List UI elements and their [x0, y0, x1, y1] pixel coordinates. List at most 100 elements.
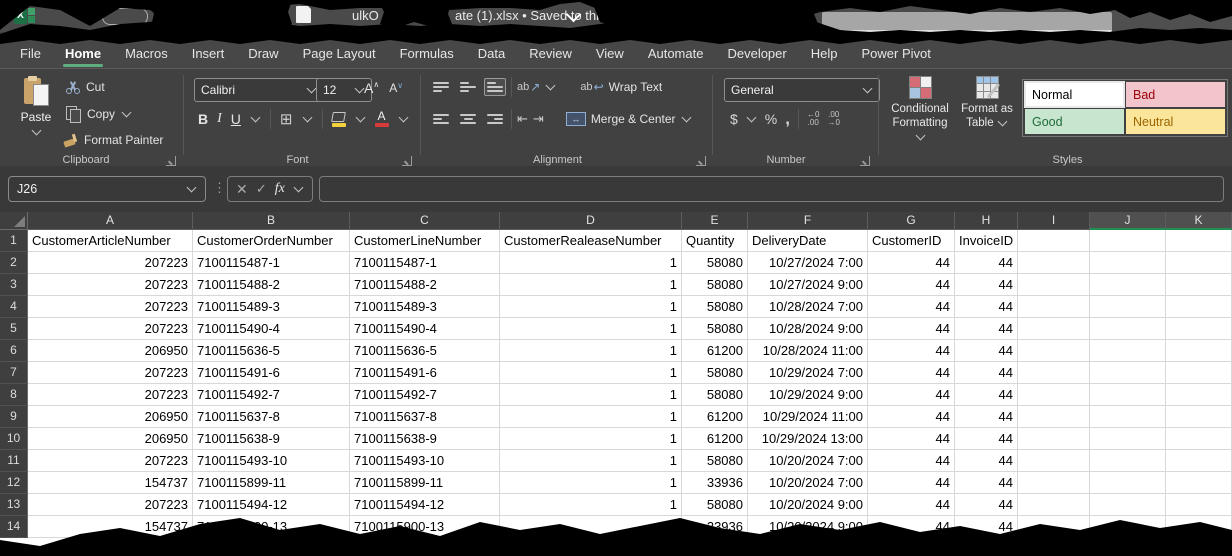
- tab-help[interactable]: Help: [799, 40, 850, 68]
- cell-H11[interactable]: 44: [955, 450, 1018, 472]
- enter-icon[interactable]: ✓: [256, 181, 267, 197]
- borders-dropdown-icon[interactable]: [302, 113, 312, 123]
- grow-font-button[interactable]: A∧: [364, 80, 379, 96]
- cell-B7[interactable]: 7100115491-6: [193, 362, 350, 384]
- cell-H2[interactable]: 44: [955, 252, 1018, 274]
- cell-G6[interactable]: 44: [868, 340, 955, 362]
- cell-E14[interactable]: 33936: [682, 516, 748, 538]
- tab-page-layout[interactable]: Page Layout: [291, 40, 388, 68]
- cell-F10[interactable]: 10/29/2024 13:00: [748, 428, 868, 450]
- cell-J14[interactable]: [1090, 516, 1166, 538]
- shrink-font-button[interactable]: A∨: [389, 81, 403, 95]
- cell-C2[interactable]: 7100115487-1: [350, 252, 500, 274]
- cell-A13[interactable]: 207223: [28, 494, 193, 516]
- cell-B3[interactable]: 7100115488-2: [193, 274, 350, 296]
- cancel-icon[interactable]: ✕: [236, 181, 248, 198]
- cell-H4[interactable]: 44: [955, 296, 1018, 318]
- formula-bar-splitter[interactable]: ⋮: [213, 180, 226, 196]
- cell-A6[interactable]: 206950: [28, 340, 193, 362]
- comma-format-button[interactable]: ,: [785, 109, 790, 129]
- name-box-dropdown-icon[interactable]: [187, 183, 197, 193]
- merge-center-button[interactable]: Merge & Center: [591, 112, 676, 126]
- cell-C11[interactable]: 7100115493-10: [350, 450, 500, 472]
- row-header-5[interactable]: 5: [0, 318, 28, 340]
- cell-F6[interactable]: 10/28/2024 11:00: [748, 340, 868, 362]
- cell-H9[interactable]: 44: [955, 406, 1018, 428]
- cell-E1[interactable]: Quantity: [682, 230, 748, 252]
- cell-D10[interactable]: 1: [500, 428, 682, 450]
- cell-K12[interactable]: [1166, 472, 1232, 494]
- merge-center-dropdown-icon[interactable]: [681, 113, 691, 123]
- cell-E2[interactable]: 58080: [682, 252, 748, 274]
- cell-A11[interactable]: 207223: [28, 450, 193, 472]
- style-neutral[interactable]: Neutral: [1126, 109, 1225, 134]
- cell-H12[interactable]: 44: [955, 472, 1018, 494]
- cell-B10[interactable]: 7100115638-9: [193, 428, 350, 450]
- cell-I7[interactable]: [1018, 362, 1090, 384]
- cell-K11[interactable]: [1166, 450, 1232, 472]
- format-painter-button[interactable]: Format Painter: [62, 132, 163, 148]
- row-header-10[interactable]: 10: [0, 428, 28, 450]
- orientation-button[interactable]: ab↗: [517, 80, 540, 94]
- cell-B11[interactable]: 7100115493-10: [193, 450, 350, 472]
- tab-automate[interactable]: Automate: [636, 40, 716, 68]
- cell-D9[interactable]: 1: [500, 406, 682, 428]
- cell-G9[interactable]: 44: [868, 406, 955, 428]
- cell-G3[interactable]: 44: [868, 274, 955, 296]
- bottom-align-button[interactable]: [484, 78, 506, 96]
- cell-J11[interactable]: [1090, 450, 1166, 472]
- cell-G2[interactable]: 44: [868, 252, 955, 274]
- cell-K3[interactable]: [1166, 274, 1232, 296]
- cell-E13[interactable]: 58080: [682, 494, 748, 516]
- cell-K7[interactable]: [1166, 362, 1232, 384]
- cell-D1[interactable]: CustomerRealeaseNumber: [500, 230, 682, 252]
- tab-home[interactable]: Home: [53, 40, 113, 68]
- fill-color-button[interactable]: [332, 112, 346, 127]
- column-header-B[interactable]: B: [193, 212, 350, 230]
- row-header-3[interactable]: 3: [0, 274, 28, 296]
- top-align-button[interactable]: [430, 78, 452, 96]
- column-header-I[interactable]: I: [1018, 212, 1090, 230]
- cell-F13[interactable]: 10/20/2024 9:00: [748, 494, 868, 516]
- cell-A1[interactable]: CustomerArticleNumber: [28, 230, 193, 252]
- cell-E5[interactable]: 58080: [682, 318, 748, 340]
- orientation-dropdown-icon[interactable]: [546, 81, 556, 91]
- tab-insert[interactable]: Insert: [180, 40, 237, 68]
- cell-H7[interactable]: 44: [955, 362, 1018, 384]
- cell-G4[interactable]: 44: [868, 296, 955, 318]
- tab-data[interactable]: Data: [466, 40, 517, 68]
- cell-G14[interactable]: 44: [868, 516, 955, 538]
- cell-C6[interactable]: 7100115636-5: [350, 340, 500, 362]
- cell-C12[interactable]: 7100115899-11: [350, 472, 500, 494]
- cell-E11[interactable]: 58080: [682, 450, 748, 472]
- cell-H10[interactable]: 44: [955, 428, 1018, 450]
- cell-E3[interactable]: 58080: [682, 274, 748, 296]
- wrap-text-button[interactable]: Wrap Text: [609, 80, 663, 94]
- alignment-dialog-launcher-icon[interactable]: [696, 156, 706, 166]
- cell-K13[interactable]: [1166, 494, 1232, 516]
- currency-format-button[interactable]: $: [730, 111, 738, 127]
- cell-K4[interactable]: [1166, 296, 1232, 318]
- cell-F4[interactable]: 10/28/2024 7:00: [748, 296, 868, 318]
- tab-file[interactable]: File: [8, 40, 53, 68]
- cell-A9[interactable]: 206950: [28, 406, 193, 428]
- underline-dropdown-icon[interactable]: [250, 113, 260, 123]
- cell-C8[interactable]: 7100115492-7: [350, 384, 500, 406]
- cell-I13[interactable]: [1018, 494, 1090, 516]
- cell-B6[interactable]: 7100115636-5: [193, 340, 350, 362]
- increase-indent-button[interactable]: ⇥: [533, 111, 544, 127]
- cell-G5[interactable]: 44: [868, 318, 955, 340]
- cell-J3[interactable]: [1090, 274, 1166, 296]
- fx-dropdown-icon[interactable]: [293, 183, 303, 193]
- cell-J12[interactable]: [1090, 472, 1166, 494]
- cell-D13[interactable]: 1: [500, 494, 682, 516]
- cell-A2[interactable]: 207223: [28, 252, 193, 274]
- cell-F14[interactable]: 10/20/2024 9:00: [748, 516, 868, 538]
- row-header-13[interactable]: 13: [0, 494, 28, 516]
- cell-K14[interactable]: [1166, 516, 1232, 538]
- cell-B2[interactable]: 7100115487-1: [193, 252, 350, 274]
- column-header-C[interactable]: C: [350, 212, 500, 230]
- cell-F1[interactable]: DeliveryDate: [748, 230, 868, 252]
- format-as-table-button[interactable]: Format as Table: [956, 76, 1018, 130]
- align-center-button[interactable]: [457, 110, 479, 128]
